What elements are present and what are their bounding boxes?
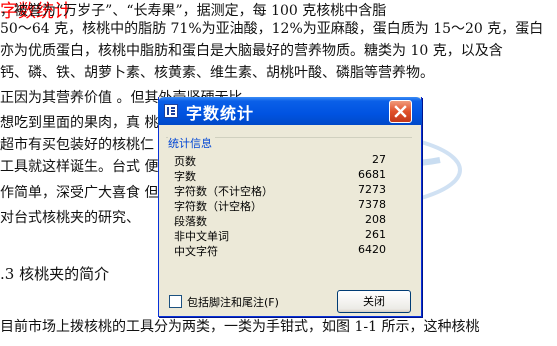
stat-value: 6681 [358, 168, 386, 181]
document-line: ，被誉为“万岁子”、“长寿果”，据测定，每 100 克核桃中含脂 [0, 3, 387, 19]
stat-row-pages: 页数 27 [174, 153, 386, 168]
stat-label: 非中文单词 [174, 230, 229, 243]
document-line: 对台式核桃夹的研究、 [0, 210, 140, 226]
stat-row-chars-with-spaces: 字符数（计空格） 7378 [174, 198, 386, 213]
document-line: 50～64 克，核桃中的脂肪 71%为亚油酸，12%为亚麻酸，蛋白质为 15～2… [0, 21, 544, 37]
stat-value: 7273 [358, 183, 386, 196]
stat-value: 7378 [358, 198, 386, 211]
stat-label: 字符数（不计空格） [174, 185, 273, 198]
document-line: 目前市场上拨核桃的工具分为两类，一类为手钳式，如图 1-1 所示，这种核桃 [0, 319, 480, 335]
document-line: 亦为优质蛋白，核桃中脂肪和蛋白是大脑最好的营养物质。糖类为 10 克，以及含 [0, 43, 503, 59]
stat-label: 中文字符 [174, 245, 218, 258]
stat-value: 261 [365, 228, 386, 241]
stat-label: 段落数 [174, 215, 207, 228]
stat-value: 208 [365, 213, 386, 226]
stat-row-chinese-chars: 中文字符 6420 [174, 243, 386, 258]
include-footnotes-label[interactable]: 包括脚注和尾注(F) [187, 294, 279, 310]
stat-value: 6420 [358, 243, 386, 256]
stat-row-non-chinese-words: 非中文单词 261 [174, 228, 386, 243]
include-footnotes-checkbox[interactable] [169, 295, 182, 308]
close-button[interactable]: 关闭 [337, 290, 411, 313]
document-line: 钙、磷、铁、胡萝卜素、核黄素、维生素、胡桃叶酸、磷脂等营养物。 [0, 65, 434, 81]
stat-label: 字数 [174, 170, 196, 183]
statistics-group-label: 统计信息 [168, 135, 215, 151]
stat-row-words: 字数 6681 [174, 168, 386, 183]
section-heading: .3 核桃夹的简介 [0, 265, 110, 283]
dialog-titlebar[interactable]: 字数统计 [158, 97, 422, 125]
stat-value: 27 [372, 153, 386, 166]
stat-row-paragraphs: 段落数 208 [174, 213, 386, 228]
statistics-group: 统计信息 页数 27 字数 6681 字符数（不计空格） 7273 字符数（计空… [166, 135, 412, 278]
word-count-dialog: 字数统计 统计信息 页数 27 字数 6681 字符数（不计空格） 7273 字… [158, 97, 422, 317]
stat-label: 字符数（计空格） [174, 200, 262, 213]
close-icon [394, 105, 407, 118]
word-count-icon [164, 104, 178, 118]
stat-label: 页数 [174, 155, 196, 168]
dialog-title: 字数统计 [186, 104, 255, 123]
stat-row-chars-no-spaces: 字符数（不计空格） 7273 [174, 183, 386, 198]
title-close-button[interactable] [389, 100, 412, 123]
